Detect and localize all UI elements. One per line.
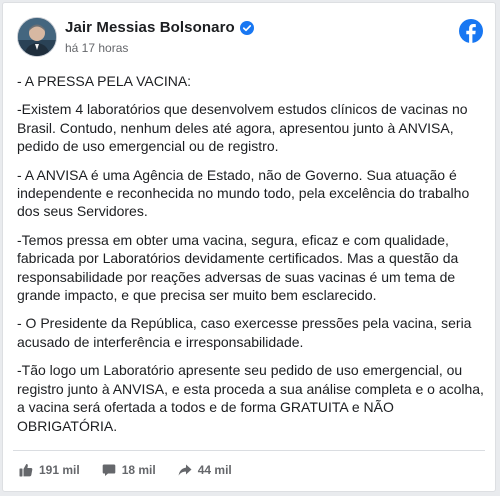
post-body: - A PRESSA PELA VACINA: -Existem 4 labor… [17, 72, 485, 445]
post-timestamp[interactable]: há 17 horas [65, 41, 128, 55]
likes-count: 191 mil [39, 463, 80, 477]
thumbs-up-icon [19, 463, 33, 477]
post-paragraph: -Existem 4 laboratórios que desenvolvem … [17, 101, 468, 155]
comment-icon [102, 463, 116, 477]
shares-count: 44 mil [197, 463, 232, 477]
post-paragraph: - A PRESSA PELA VACINA: [17, 73, 192, 89]
engagement-stats: 191 mil 18 mil 44 mil [19, 463, 254, 477]
author-name[interactable]: Jair Messias Bolsonaro [65, 19, 235, 36]
likes-stat[interactable]: 191 mil [19, 463, 80, 477]
verified-badge-icon [239, 20, 254, 35]
comments-count: 18 mil [121, 463, 156, 477]
post-card: Jair Messias Bolsonaro há 17 horas - A P… [2, 2, 496, 492]
stats-divider [13, 450, 485, 451]
post-paragraph: - O Presidente da República, caso exerce… [17, 315, 472, 350]
shares-stat[interactable]: 44 mil [178, 463, 232, 477]
author-avatar[interactable] [17, 17, 57, 57]
post-paragraph: -Temos pressa em obter uma vacina, segur… [17, 231, 459, 304]
comments-stat[interactable]: 18 mil [102, 463, 156, 477]
post-paragraph: -Tão logo um Laboratório apresente seu p… [17, 362, 484, 434]
facebook-logo-icon[interactable] [459, 19, 483, 43]
share-arrow-icon [178, 463, 192, 477]
post-paragraph: - A ANVISA é uma Agência de Estado, não … [17, 166, 470, 220]
post-header: Jair Messias Bolsonaro há 17 horas [13, 13, 485, 63]
